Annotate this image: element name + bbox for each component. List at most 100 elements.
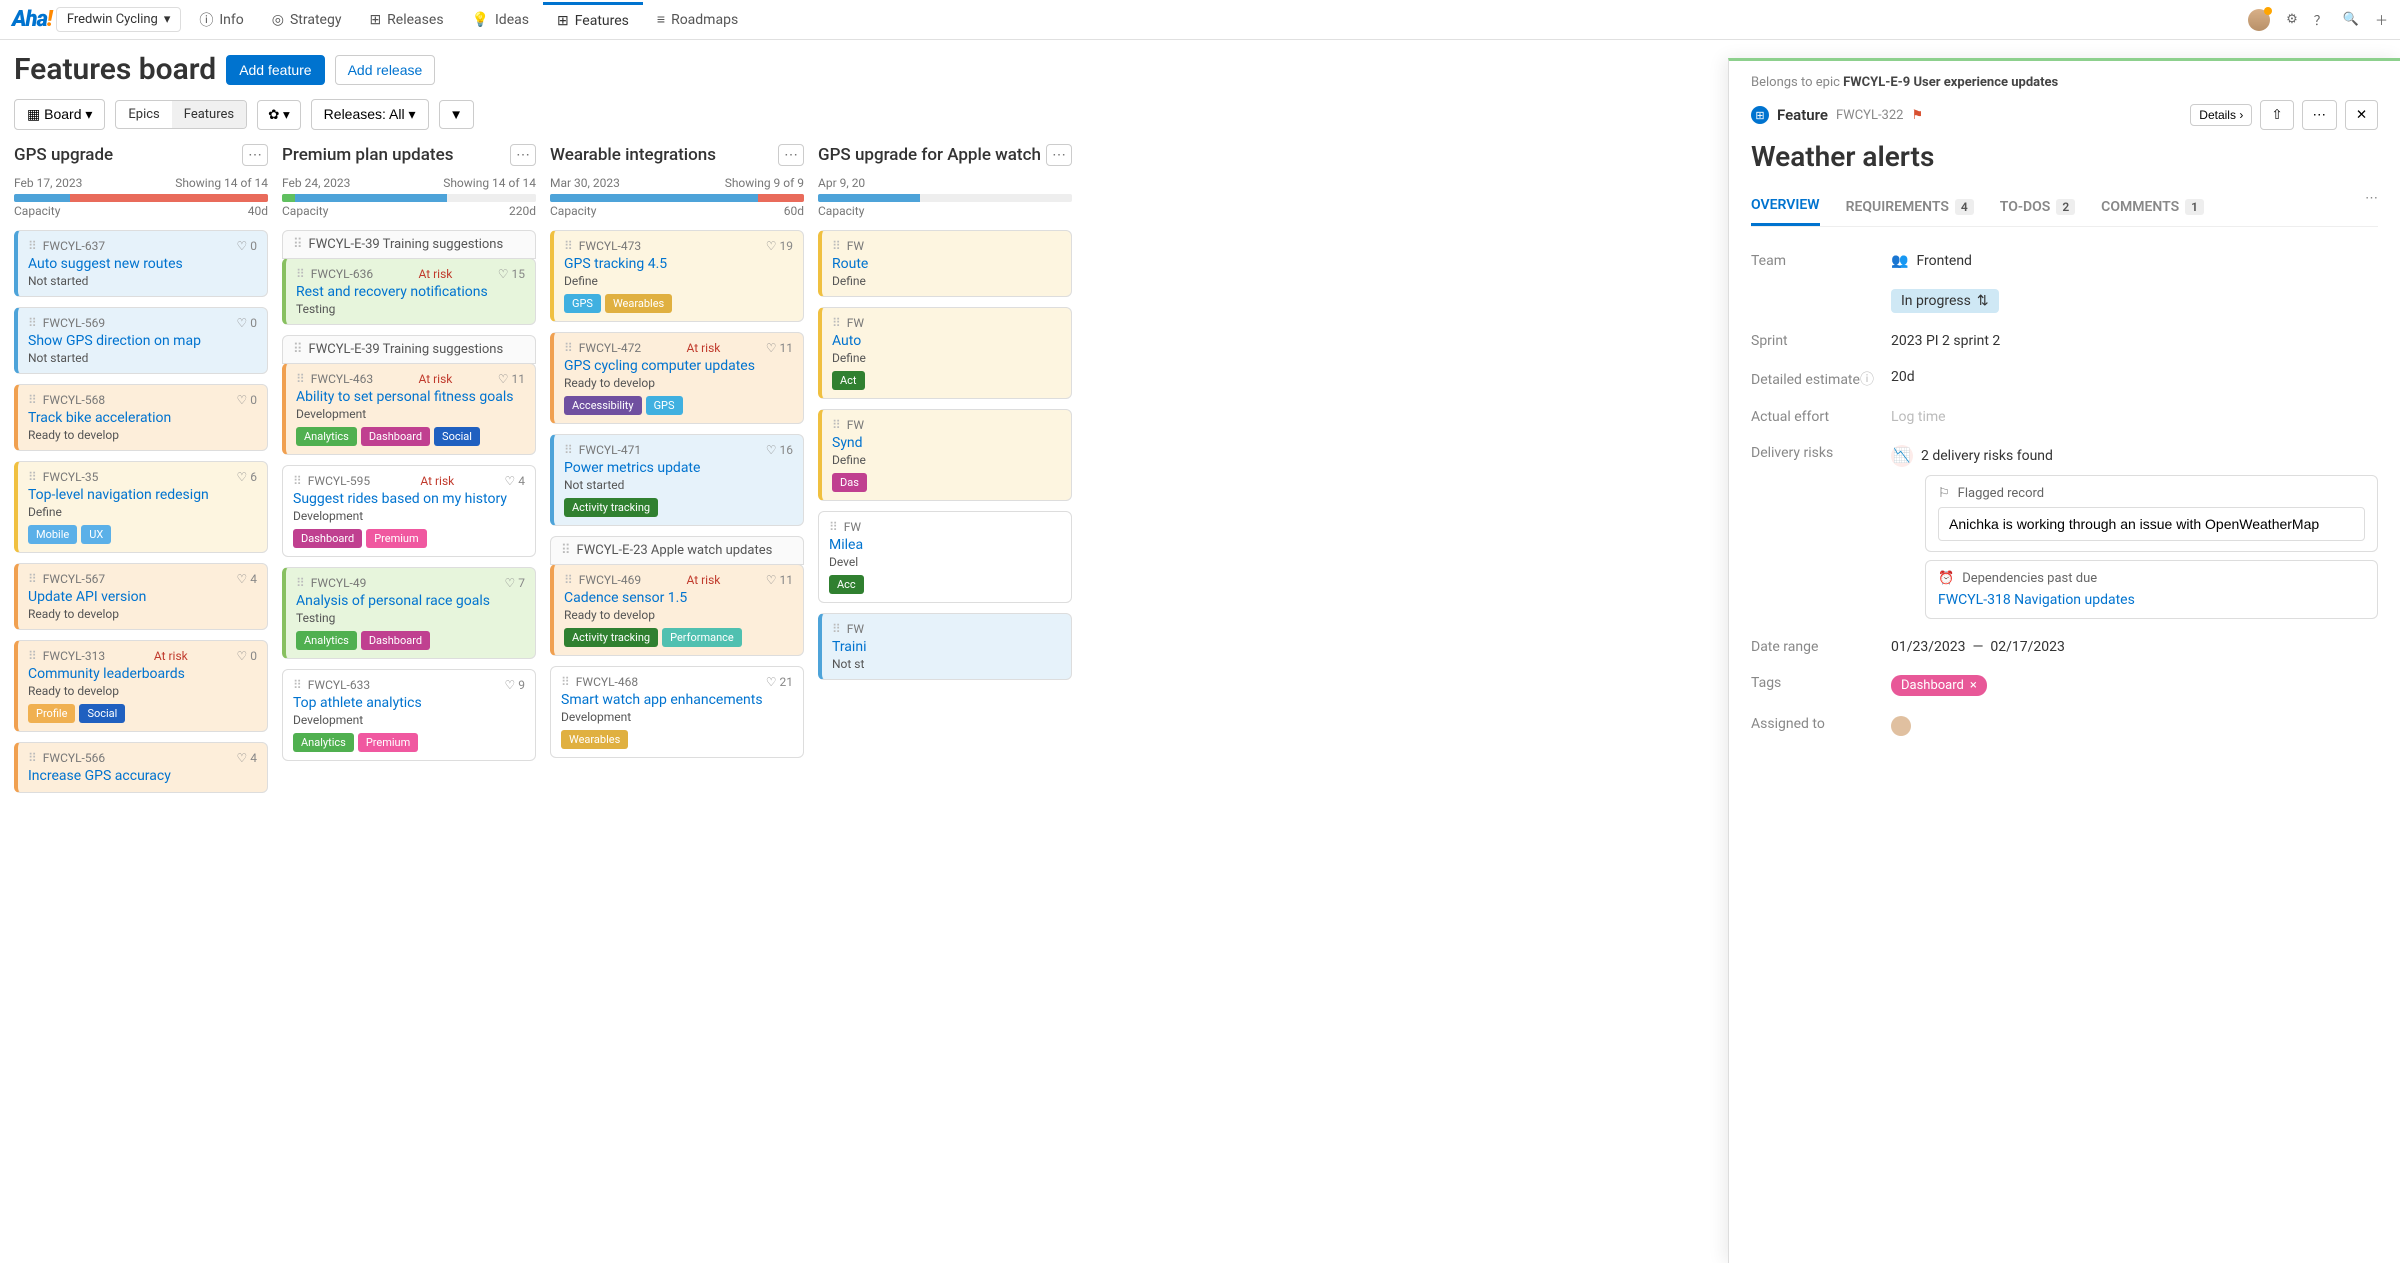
card-tag[interactable]: Das — [832, 473, 867, 492]
card-tag[interactable]: UX — [81, 525, 111, 544]
feature-card[interactable]: ⠿FWSyndDefineDas — [818, 409, 1072, 501]
card-title[interactable]: Community leaderboards — [28, 666, 257, 682]
card-title[interactable]: Route — [832, 256, 1061, 272]
card-tag[interactable]: Profile — [28, 704, 75, 723]
drag-handle-icon[interactable]: ⠿ — [28, 649, 37, 663]
feature-card[interactable]: ⠿FWCYL-473♡ 19GPS tracking 4.5DefineGPSW… — [550, 230, 804, 322]
filter-icon[interactable]: ▼ — [439, 100, 474, 129]
drag-handle-icon[interactable]: ⠿ — [293, 678, 302, 692]
more-icon[interactable]: ⋯ — [2302, 100, 2337, 130]
drag-handle-icon[interactable]: ⠿ — [564, 239, 573, 253]
feature-card[interactable]: ⠿FWMileaDevelAcc — [818, 511, 1072, 603]
drag-handle-icon[interactable]: ⠿ — [564, 573, 573, 587]
card-tag[interactable]: Acc — [829, 575, 864, 594]
plus-icon[interactable]: ＋ — [2375, 10, 2388, 29]
feature-title[interactable]: Weather alerts — [1751, 140, 2378, 173]
search-icon[interactable]: 🔍 — [2343, 12, 2359, 27]
share-icon[interactable]: ⇧ — [2260, 100, 2293, 130]
feature-card[interactable]: ⠿FWCYL-472At risk♡ 11GPS cycling compute… — [550, 332, 804, 424]
tab-overview[interactable]: OVERVIEW — [1751, 191, 1820, 226]
add-release-button[interactable]: Add release — [335, 55, 436, 85]
card-title[interactable]: Suggest rides based on my history — [293, 491, 525, 507]
dependency-link[interactable]: FWCYL-318 Navigation updates — [1938, 592, 2135, 608]
feature-card[interactable]: ⠿FWCYL-468♡ 21Smart watch app enhancemen… — [550, 666, 804, 758]
card-title[interactable]: Traini — [832, 639, 1061, 655]
card-tag[interactable]: Mobile — [28, 525, 77, 544]
nav-ideas[interactable]: 💡Ideas — [458, 2, 543, 38]
nav-strategy[interactable]: ◎Strategy — [258, 2, 356, 38]
feature-card[interactable]: ⠿FWCYL-35♡ 6Top-level navigation redesig… — [14, 461, 268, 553]
drag-handle-icon[interactable]: ⠿ — [832, 622, 841, 636]
nav-features[interactable]: ⊞Features — [543, 2, 643, 38]
feature-card[interactable]: ⠿FWCYL-566♡ 4Increase GPS accuracy — [14, 742, 268, 793]
column-title[interactable]: GPS upgrade for Apple watch — [818, 145, 1041, 165]
card-title[interactable]: Increase GPS accuracy — [28, 768, 257, 784]
card-tag[interactable]: Activity tracking — [564, 498, 658, 517]
details-button[interactable]: Details › — [2190, 104, 2252, 126]
card-tag[interactable]: GPS — [564, 294, 601, 313]
column-menu-icon[interactable]: ⋯ — [510, 144, 536, 166]
card-title[interactable]: Ability to set personal fitness goals — [296, 389, 525, 405]
feature-card[interactable]: ⠿FWTrainiNot st — [818, 613, 1072, 680]
status-pill[interactable]: In progress ⇅ — [1891, 289, 1999, 313]
drag-handle-icon[interactable]: ⠿ — [832, 418, 841, 432]
card-title[interactable]: Top-level navigation redesign — [28, 487, 257, 503]
view-selector[interactable]: ▦ Board ▾ — [14, 99, 105, 130]
feature-card[interactable]: ⠿FWCYL-469At risk♡ 11Cadence sensor 1.5R… — [550, 564, 804, 656]
card-tag[interactable]: Accessibility — [564, 396, 642, 415]
epic-header[interactable]: ⠿FWCYL-E-39 Training suggestions — [282, 335, 536, 364]
remove-tag-icon[interactable]: × — [1970, 678, 1977, 693]
flag-icon[interactable]: ⚑ — [1911, 108, 1923, 123]
card-title[interactable]: Cadence sensor 1.5 — [564, 590, 793, 606]
feature-card[interactable]: ⠿FWCYL-569♡ 0Show GPS direction on mapNo… — [14, 307, 268, 374]
column-menu-icon[interactable]: ⋯ — [778, 144, 804, 166]
column-menu-icon[interactable]: ⋯ — [242, 144, 268, 166]
avatar[interactable] — [2248, 9, 2270, 31]
help-icon[interactable]: ？ — [2314, 10, 2327, 29]
add-feature-button[interactable]: Add feature — [226, 55, 324, 85]
card-tag[interactable]: Dashboard — [361, 427, 430, 446]
drag-handle-icon[interactable]: ⠿ — [28, 751, 37, 765]
drag-handle-icon[interactable]: ⠿ — [832, 316, 841, 330]
seg-epics[interactable]: Epics — [116, 101, 171, 128]
drag-handle-icon[interactable]: ⠿ — [28, 239, 37, 253]
card-title[interactable]: Top athlete analytics — [293, 695, 525, 711]
workspace-selector[interactable]: Fredwin Cycling▾ — [56, 7, 182, 32]
card-tag[interactable]: Premium — [358, 733, 418, 752]
tabs-more-icon[interactable]: ⋯ — [2365, 191, 2378, 226]
effort-input[interactable]: Log time — [1891, 409, 2378, 425]
tab-to-dos[interactable]: TO-DOS2 — [2000, 191, 2075, 226]
drag-handle-icon[interactable]: ⠿ — [832, 239, 841, 253]
drag-handle-icon[interactable]: ⠿ — [293, 237, 303, 252]
tab-comments[interactable]: COMMENTS1 — [2101, 191, 2204, 226]
card-tag[interactable]: Dashboard — [293, 529, 362, 548]
card-title[interactable]: GPS cycling computer updates — [564, 358, 793, 374]
drag-handle-icon[interactable]: ⠿ — [561, 675, 570, 689]
feature-card[interactable]: ⠿FWCYL-471♡ 16Power metrics updateNot st… — [550, 434, 804, 526]
feature-card[interactable]: ⠿FWCYL-633♡ 9Top athlete analyticsDevelo… — [282, 669, 536, 761]
feature-card[interactable]: ⠿FWCYL-595At risk♡ 4Suggest rides based … — [282, 465, 536, 557]
epic-header[interactable]: ⠿FWCYL-E-23 Apple watch updates — [550, 536, 804, 565]
card-title[interactable]: Milea — [829, 537, 1061, 553]
card-title[interactable]: Auto suggest new routes — [28, 256, 257, 272]
card-title[interactable]: Auto — [832, 333, 1061, 349]
nav-roadmaps[interactable]: ≡Roadmaps — [643, 2, 752, 38]
feature-card[interactable]: ⠿FWCYL-313At risk♡ 0Community leaderboar… — [14, 640, 268, 732]
drag-handle-icon[interactable]: ⠿ — [28, 393, 37, 407]
drag-handle-icon[interactable]: ⠿ — [296, 576, 305, 590]
card-tag[interactable]: Analytics — [296, 631, 357, 650]
tab-requirements[interactable]: REQUIREMENTS4 — [1846, 191, 1974, 226]
column-title[interactable]: GPS upgrade — [14, 145, 113, 165]
card-tag[interactable]: Performance — [662, 628, 742, 647]
feature-card[interactable]: ⠿FWCYL-636At risk♡ 15Rest and recovery n… — [282, 258, 536, 325]
releases-filter[interactable]: Releases: All ▾ — [311, 99, 429, 130]
feature-card[interactable]: ⠿FWAutoDefineAct — [818, 307, 1072, 399]
card-title[interactable]: Track bike acceleration — [28, 410, 257, 426]
team-value[interactable]: 👥Frontend — [1891, 253, 2378, 269]
card-title[interactable]: GPS tracking 4.5 — [564, 256, 793, 272]
settings-menu[interactable]: ✿ ▾ — [257, 100, 301, 130]
feature-card[interactable]: ⠿FWCYL-567♡ 4Update API versionReady to … — [14, 563, 268, 630]
card-tag[interactable]: Social — [79, 704, 125, 723]
nav-releases[interactable]: ⊞Releases — [355, 2, 457, 38]
drag-handle-icon[interactable]: ⠿ — [293, 474, 302, 488]
